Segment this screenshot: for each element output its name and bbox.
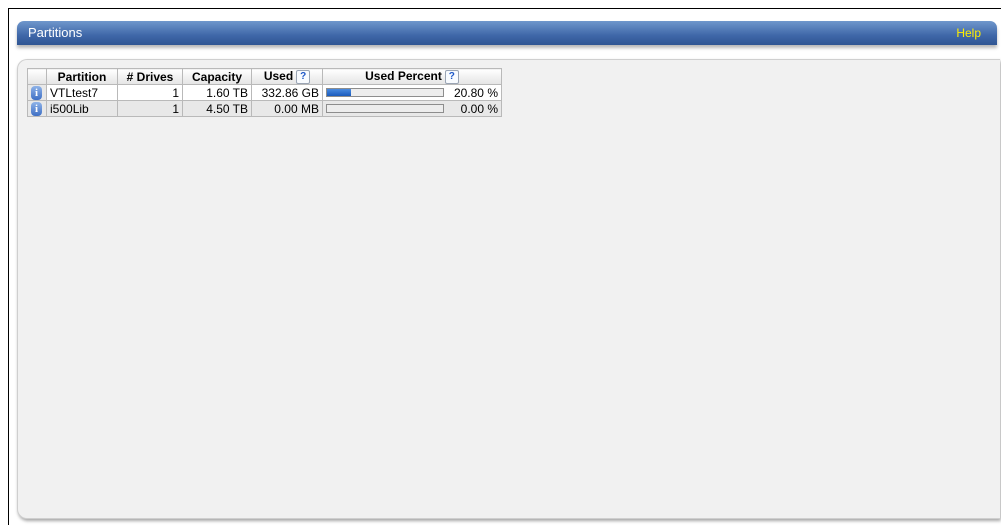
- used-percent-value: 0.00 %: [460, 101, 498, 116]
- column-header-used-percent[interactable]: Used Percent?: [322, 68, 502, 85]
- used-percent-help-icon[interactable]: ?: [444, 69, 459, 84]
- capacity-value: 1.60 TB: [182, 84, 252, 101]
- used-percent-cell: 20.80 %: [322, 84, 502, 101]
- drives-count: 1: [117, 100, 183, 117]
- used-progress-bar: [326, 88, 444, 97]
- table-row[interactable]: i i500Lib 1 4.50 TB 0.00 MB 0.00 %: [27, 100, 502, 117]
- header-bar: Partitions Help: [17, 21, 997, 45]
- used-value: 332.86 GB: [251, 84, 323, 101]
- column-header-icon: [27, 68, 47, 85]
- table-header-row: Partition # Drives Capacity Used? Used P…: [27, 68, 502, 85]
- capacity-value: 4.50 TB: [182, 100, 252, 117]
- partitions-table: Partition # Drives Capacity Used? Used P…: [27, 68, 502, 117]
- help-link[interactable]: Help: [956, 26, 981, 40]
- used-value: 0.00 MB: [251, 100, 323, 117]
- used-progress-bar: [326, 104, 444, 113]
- column-header-drives[interactable]: # Drives: [117, 68, 183, 85]
- table-row[interactable]: i VTLtest7 1 1.60 TB 332.86 GB 20.80 %: [27, 84, 502, 101]
- column-header-used-percent-label: Used Percent: [365, 69, 442, 84]
- row-info-cell[interactable]: i: [27, 100, 47, 117]
- column-header-used[interactable]: Used?: [251, 68, 323, 85]
- partition-name[interactable]: VTLtest7: [46, 84, 118, 101]
- content-panel: Partition # Drives Capacity Used? Used P…: [17, 59, 1000, 519]
- partition-name[interactable]: i500Lib: [46, 100, 118, 117]
- info-icon[interactable]: i: [31, 85, 42, 100]
- used-percent-cell: 0.00 %: [322, 100, 502, 117]
- drives-count: 1: [117, 84, 183, 101]
- page-title: Partitions: [28, 25, 83, 40]
- used-help-icon[interactable]: ?: [296, 69, 311, 84]
- column-header-partition[interactable]: Partition: [46, 68, 118, 85]
- row-info-cell[interactable]: i: [27, 84, 47, 101]
- used-progress-fill: [327, 89, 352, 96]
- used-percent-value: 20.80 %: [453, 85, 498, 100]
- column-header-capacity[interactable]: Capacity: [182, 68, 252, 85]
- column-header-used-label: Used: [263, 69, 294, 84]
- info-icon[interactable]: i: [31, 101, 42, 116]
